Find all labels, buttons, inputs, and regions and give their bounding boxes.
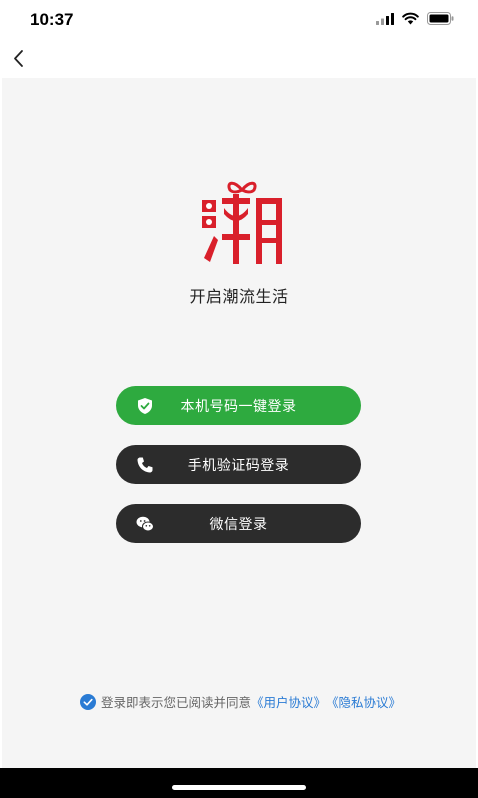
battery-icon <box>427 12 454 25</box>
status-time: 10:37 <box>30 10 74 29</box>
one-click-login-button[interactable]: 本机号码一键登录 <box>116 386 361 425</box>
user-agreement-link[interactable]: 《用户协议》 <box>251 692 326 711</box>
shield-check-icon <box>138 398 152 414</box>
status-icons <box>376 12 454 25</box>
wifi-icon <box>402 12 419 25</box>
app-logo-icon <box>202 181 282 264</box>
chevron-left-icon <box>14 50 23 67</box>
phone-icon <box>137 457 153 473</box>
agreement-text: 登录即表示您已阅读并同意 <box>101 695 252 710</box>
agreement-checkbox-icon[interactable] <box>80 693 96 710</box>
slogan-text: 开启潮流生活 <box>189 287 289 306</box>
sms-login-button[interactable]: 手机验证码登录 <box>116 445 361 484</box>
wechat-login-button[interactable]: 微信登录 <box>116 504 361 543</box>
login-content: 开启潮流生活 本机号码一键登录 手机验证码登录 微信登录 登录即表示您已阅读并同… <box>2 78 476 768</box>
home-indicator-bar <box>0 768 478 798</box>
back-button[interactable] <box>8 46 32 72</box>
privacy-policy-link[interactable]: 《隐私协议》 <box>326 692 401 711</box>
nav-bar <box>0 40 478 78</box>
home-indicator <box>172 785 306 790</box>
cellular-signal-icon <box>376 12 394 25</box>
status-bar: 10:37 <box>0 0 478 40</box>
wechat-icon <box>136 516 154 532</box>
agreement-row: 登录即表示您已阅读并同意 《用户协议》 《隐私协议》 <box>80 692 401 711</box>
